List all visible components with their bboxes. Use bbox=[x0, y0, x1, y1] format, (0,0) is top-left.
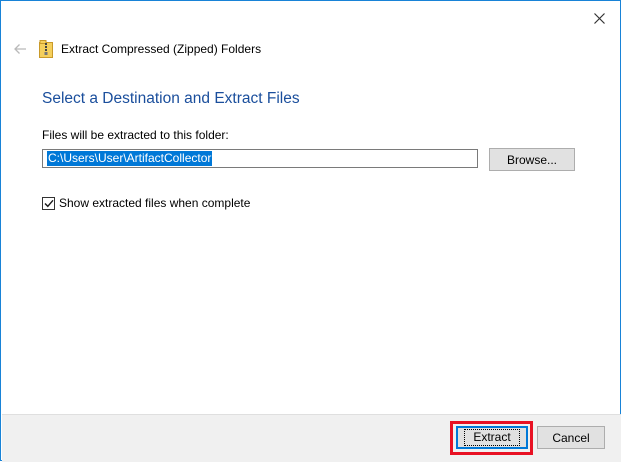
page-heading: Select a Destination and Extract Files bbox=[42, 90, 300, 107]
close-button[interactable] bbox=[586, 7, 612, 29]
destination-path-input[interactable]: C:\Users\User\ArtifactCollector bbox=[42, 149, 478, 168]
extract-button[interactable]: Extract bbox=[456, 426, 528, 449]
show-files-checkbox-label: Show extracted files when complete bbox=[59, 196, 251, 210]
back-button[interactable] bbox=[11, 40, 29, 58]
show-files-checkbox[interactable] bbox=[42, 196, 55, 210]
wizard-title: Extract Compressed (Zipped) Folders bbox=[61, 42, 262, 56]
back-arrow-icon bbox=[14, 44, 26, 54]
extract-button-label: Extract bbox=[464, 429, 520, 446]
extract-wizard-window: Extract Compressed (Zipped) Folders Sele… bbox=[0, 0, 621, 462]
checkmark-icon bbox=[44, 199, 54, 207]
wizard-header: Extract Compressed (Zipped) Folders bbox=[11, 39, 261, 59]
show-files-checkbox-row[interactable]: Show extracted files when complete bbox=[42, 196, 250, 210]
close-icon bbox=[593, 12, 605, 24]
browse-button[interactable]: Browse... bbox=[489, 148, 575, 171]
zip-folder-icon bbox=[39, 40, 55, 58]
cancel-button[interactable]: Cancel bbox=[537, 426, 605, 449]
destination-label: Files will be extracted to this folder: bbox=[42, 128, 229, 142]
destination-path-value: C:\Users\User\ArtifactCollector bbox=[47, 151, 213, 166]
